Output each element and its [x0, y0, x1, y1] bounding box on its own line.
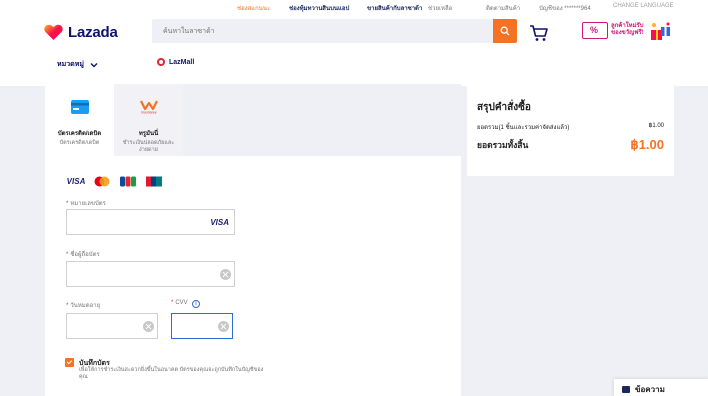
search-button[interactable]: [493, 19, 517, 43]
new-user-promo-banner[interactable]: % ลูกค้าใหม่รับ ของขวัญฟรี!: [580, 20, 675, 44]
lazmall-link[interactable]: LazMall: [157, 58, 194, 66]
tab-truemoney-subtitle: ชำระเงินปลอดภัยและง่ายดาย: [122, 140, 175, 153]
top-link-2[interactable]: ช่องทุ้มทวานสินบนแอป: [289, 3, 349, 13]
top-link-1[interactable]: ช่องสแกนนะ: [237, 3, 270, 13]
categories-label: หมวดหมู่: [57, 61, 84, 68]
cart-icon[interactable]: [529, 24, 549, 42]
lazmall-label: LazMall: [169, 58, 195, 66]
top-link-sell[interactable]: ขายสินค้ากับลาซาด้า: [367, 3, 422, 13]
svg-text:truemoney: truemoney: [141, 111, 156, 115]
search-icon: [500, 26, 510, 36]
clear-icon[interactable]: [220, 269, 231, 280]
save-card-description: เพื่อให้การชำระเงินสะดวกยิ่งขึ้นในอนาคต …: [79, 367, 264, 380]
voucher-icon: %: [582, 22, 608, 39]
top-link-change-language[interactable]: CHANGE LANGUAGE: [613, 3, 674, 9]
chevron-down-icon: [90, 62, 98, 67]
lazmall-icon: [157, 58, 165, 66]
info-icon[interactable]: i: [192, 300, 200, 308]
lazada-heart-icon: [44, 24, 63, 41]
card-number-input[interactable]: [67, 210, 234, 234]
search-box: [152, 19, 493, 43]
top-link-track-order[interactable]: ติดตามสินค้า: [486, 3, 520, 13]
jcb-logo: [120, 176, 136, 187]
card-brand-visa-icon: VISA: [210, 218, 229, 227]
tab-truemoney[interactable]: truemoney ทรูมันนี่ ชำระเงินปลอดภัยและง่…: [114, 84, 183, 156]
card-number-label: * หมายเลขบัตร: [66, 201, 106, 207]
visa-logo: VISA: [66, 177, 86, 186]
search-input[interactable]: [152, 19, 493, 43]
subtotal-value: ฿1.00: [648, 123, 665, 129]
cardholder-name-field: [66, 261, 235, 287]
truemoney-icon: truemoney: [139, 100, 158, 115]
top-link-account[interactable]: บัญชีของ *******964: [539, 3, 591, 13]
subtotal-label: ยอดรวม(1 ชิ้นและรวมค่าจัดส่งแล้ว): [477, 125, 570, 131]
unionpay-logo: [146, 176, 162, 187]
expiry-date-field: [66, 313, 158, 339]
mastercard-logo: [94, 176, 110, 187]
credit-card-icon: [70, 100, 89, 114]
gift-icon: [651, 22, 670, 40]
promo-text: ลูกค้าใหม่รับ ของขวัญฟรี!: [611, 23, 644, 36]
tab-card-title: บัตรเครดิต/เดบิต: [57, 131, 102, 137]
tab-truemoney-title: ทรูมันนี่: [138, 131, 159, 137]
order-summary-title: สรุปคำสั่งซื้อ: [477, 102, 531, 113]
chat-widget[interactable]: ข้อความ: [614, 379, 708, 396]
site-header: Lazada % ลูกค้าใหม่รับ ของขวัญฟรี! หมวดห…: [0, 14, 708, 86]
cardholder-name-input[interactable]: [67, 262, 234, 286]
order-summary: สรุปคำสั่งซื้อ ยอดรวม(1 ชิ้นและรวมค่าจัด…: [467, 84, 674, 176]
card-number-field: VISA: [66, 209, 235, 235]
cvv-label: * CVV: [171, 300, 188, 306]
expiry-date-label: * วันหมดอายุ: [66, 303, 101, 309]
tab-card-subtitle: บัตรเครดิต/เดบิต: [59, 140, 100, 146]
chat-label: ข้อความ: [635, 385, 665, 394]
chat-icon: [622, 386, 630, 394]
payment-panel: บัตรเครดิต/เดบิต บัตรเครดิต/เดบิต truemo…: [45, 84, 461, 396]
cardholder-name-label: * ชื่อผู้ถือบัตร: [66, 252, 100, 258]
tab-credit-debit-card[interactable]: บัตรเครดิต/เดบิต บัตรเครดิต/เดบิต: [45, 84, 114, 156]
total-label: ยอดรวมทั้งสิ้น: [477, 140, 529, 150]
total-row: ยอดรวมทั้งสิ้น ฿1.00: [477, 137, 664, 153]
clear-icon[interactable]: [143, 321, 154, 332]
subtotal-row: ยอดรวม(1 ชิ้นและรวมค่าจัดส่งแล้ว) ฿1.00: [477, 122, 664, 132]
lazada-logo[interactable]: Lazada: [44, 24, 118, 41]
save-card-checkbox[interactable]: [65, 358, 74, 367]
payment-method-tabs: บัตรเครดิต/เดบิต บัตรเครดิต/เดบิต truemo…: [45, 84, 461, 156]
categories-dropdown[interactable]: หมวดหมู่: [57, 59, 98, 70]
card-brands-row: VISA: [67, 176, 163, 187]
top-links-bar: ช่องสแกนนะ ช่องทุ้มทวานสินบนแอป ขายสินค้…: [0, 0, 708, 14]
total-value: ฿1.00: [630, 137, 664, 152]
cvv-field: [171, 313, 233, 339]
top-link-help[interactable]: ช่วยเหลือ: [428, 3, 452, 13]
logo-text: Lazada: [68, 24, 118, 41]
clear-icon[interactable]: [218, 321, 229, 332]
